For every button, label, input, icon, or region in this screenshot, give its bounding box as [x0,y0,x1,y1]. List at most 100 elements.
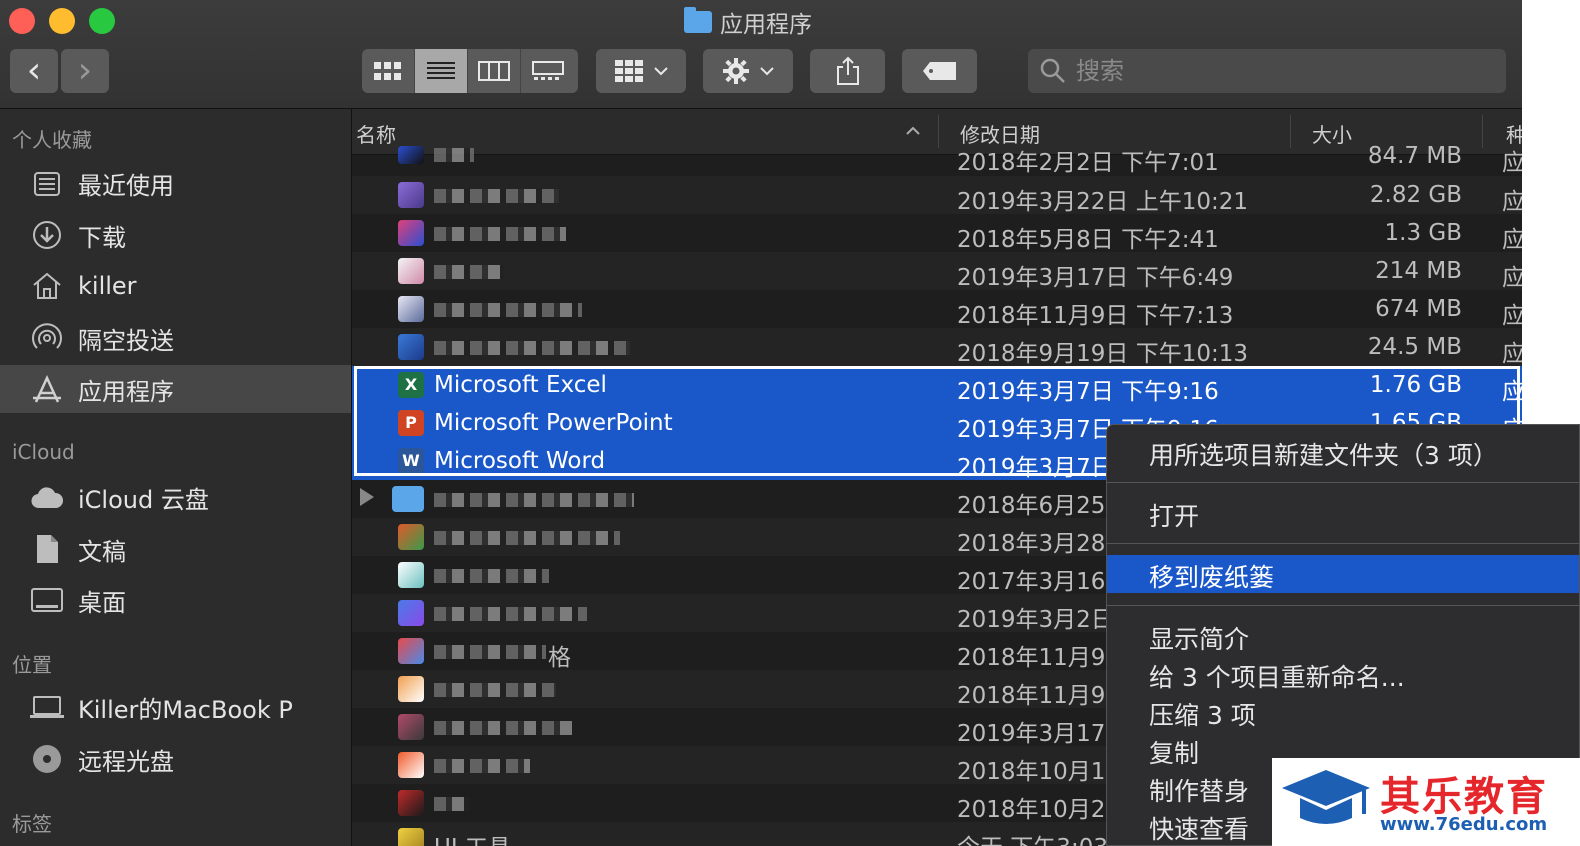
disclosure-triangle-icon[interactable] [360,488,374,506]
row-name: 格 [548,645,571,671]
sidebar-item-home[interactable]: killer [0,262,351,310]
downloads-icon [29,217,65,253]
tags-header: 标签 [12,812,52,836]
brand-url: www.76edu.com [1380,814,1548,835]
row-date: 今天 下午3:03 [957,828,1108,846]
row-date: 2018年9月19日 下午10:13 [957,341,1249,367]
menu-item-rename[interactable]: 给 3 个项目重新命名... [1107,655,1579,693]
row-size: 1.76 GB [1369,372,1462,398]
row-date: 2019年3月17日 下午6:49 [957,265,1234,291]
row-size: 84.7 MB [1367,143,1462,169]
share-button[interactable] [810,49,885,93]
row-size: 24.5 MB [1367,334,1462,360]
table-row[interactable]: 2018年5月8日 下午2:41 1.3 GB 应 [352,214,1522,253]
row-size: 674 MB [1375,296,1462,322]
row-date: 2018年11月9日 [957,645,1129,671]
row-date: 2018年11月9日 下午7:13 [957,303,1234,329]
sort-ascending-icon [906,126,920,135]
menu-item-compress[interactable]: 压缩 3 项 [1107,693,1579,731]
row-date: 2018年2月2日 下午7:01 [957,150,1219,176]
close-window-button[interactable] [9,8,35,34]
sidebar-item-documents[interactable]: 文稿 [0,525,351,573]
zoom-window-button[interactable] [89,8,115,34]
recents-icon [29,165,65,201]
icon-view-button[interactable] [362,49,415,93]
window-title: 应用程序 [684,6,812,38]
column-view-button[interactable] [468,49,521,93]
sidebar-item-remote-disc[interactable]: 远程光盘 [0,735,351,783]
row-name: Microsoft PowerPoint [434,410,673,436]
disc-icon [29,741,65,777]
columns-icon [478,61,510,81]
sidebar-item-desktop[interactable]: 桌面 [0,576,351,624]
tag-icon [922,62,956,80]
sidebar-item-label: 文稿 [78,537,126,566]
back-button[interactable]: ‹ [10,49,58,93]
table-row[interactable]: 2018年9月19日 下午10:13 24.5 MB 应 [352,328,1522,367]
row-kind: 应 [1502,303,1522,329]
menu-item-move-to-trash[interactable]: 移到废纸篓 [1107,555,1579,593]
group-button[interactable] [596,49,686,93]
sidebar-item-downloads[interactable]: 下载 [0,211,351,259]
row-kind: 应 [1502,227,1522,253]
menu-item-label: 复制 [1149,739,1200,768]
list-view-button[interactable] [415,49,468,93]
row-date: 2019年3月17 [957,721,1106,747]
row-kind: 应 [1502,341,1522,367]
row-date: 2019年3月7日 下午9:16 [957,379,1219,405]
sidebar-item-recents[interactable]: 最近使用 [0,159,351,207]
forward-button[interactable]: › [61,49,109,93]
row-kind: 应 [1502,265,1522,291]
cloud-icon [29,479,65,515]
search-icon [1040,58,1065,83]
table-row[interactable]: 2019年3月17日 下午6:49 214 MB 应 [352,252,1522,291]
menu-item-label: 打开 [1149,502,1200,531]
graduation-cap-icon [1282,770,1370,824]
share-icon [836,56,859,85]
menu-item-get-info[interactable]: 显示简介 [1107,617,1579,655]
view-mode-segment [362,49,578,93]
window-title-text: 应用程序 [720,12,812,38]
table-row[interactable]: 2018年2月2日 下午7:01 84.7 MB 应 [352,143,1522,176]
gear-icon [723,58,749,84]
menu-item-open[interactable]: 打开 [1107,494,1579,532]
forward-label: › [77,50,93,91]
sidebar-item-macbook[interactable]: Killer的MacBook P [0,683,351,731]
row-date: 2018年6月25 [957,493,1106,519]
column-size-header[interactable]: 大小 [1312,119,1352,148]
favorites-header: 个人收藏 [12,128,92,152]
gallery-view-button[interactable] [521,49,574,93]
icloud-header: iCloud [12,440,75,464]
gallery-icon [531,61,564,80]
row-date: 2018年11月9日 [957,683,1129,709]
row-date: 2018年5月8日 下午2:41 [957,227,1219,253]
column-name-header[interactable]: 名称 [356,119,396,148]
minimize-window-button[interactable] [49,8,75,34]
table-row[interactable]: 2018年11月9日 下午7:13 674 MB 应 [352,290,1522,329]
table-row-excel[interactable]: X Microsoft Excel 2019年3月7日 下午9:16 1.76 … [352,366,1522,405]
watermark-logo: 其乐教育 www.76edu.com [1272,758,1580,846]
table-row[interactable]: 2019年3月22日 上午10:21 2.82 GB 应 [352,176,1522,215]
excel-icon: X [398,372,424,398]
sidebar-item-label: 隔空投送 [78,326,174,355]
laptop-icon [29,689,65,725]
menu-item-new-folder-with-selection[interactable]: 用所选项目新建文件夹（3 项） [1107,433,1579,471]
sidebar-item-icloud-drive[interactable]: iCloud 云盘 [0,473,351,521]
search-field[interactable] [1028,49,1506,93]
row-kind: 应 [1502,150,1522,176]
tag-button[interactable] [902,49,977,93]
desktop-icon [29,582,65,618]
sidebar-item-applications[interactable]: 应用程序 [0,365,351,413]
menu-item-label: 移到废纸篓 [1149,563,1275,592]
sidebar-item-label: 桌面 [78,588,126,617]
home-icon [29,268,65,304]
sidebar-item-label: killer [78,272,137,300]
row-date: 2018年10月17 [957,759,1121,785]
row-name: Microsoft Word [434,448,606,474]
list-icon [427,62,455,79]
sidebar-item-airdrop[interactable]: 隔空投送 [0,314,351,362]
folder-icon [392,486,424,512]
search-input[interactable] [1074,56,1478,86]
action-button[interactable] [703,49,793,93]
sidebar-item-label: 应用程序 [78,377,174,406]
